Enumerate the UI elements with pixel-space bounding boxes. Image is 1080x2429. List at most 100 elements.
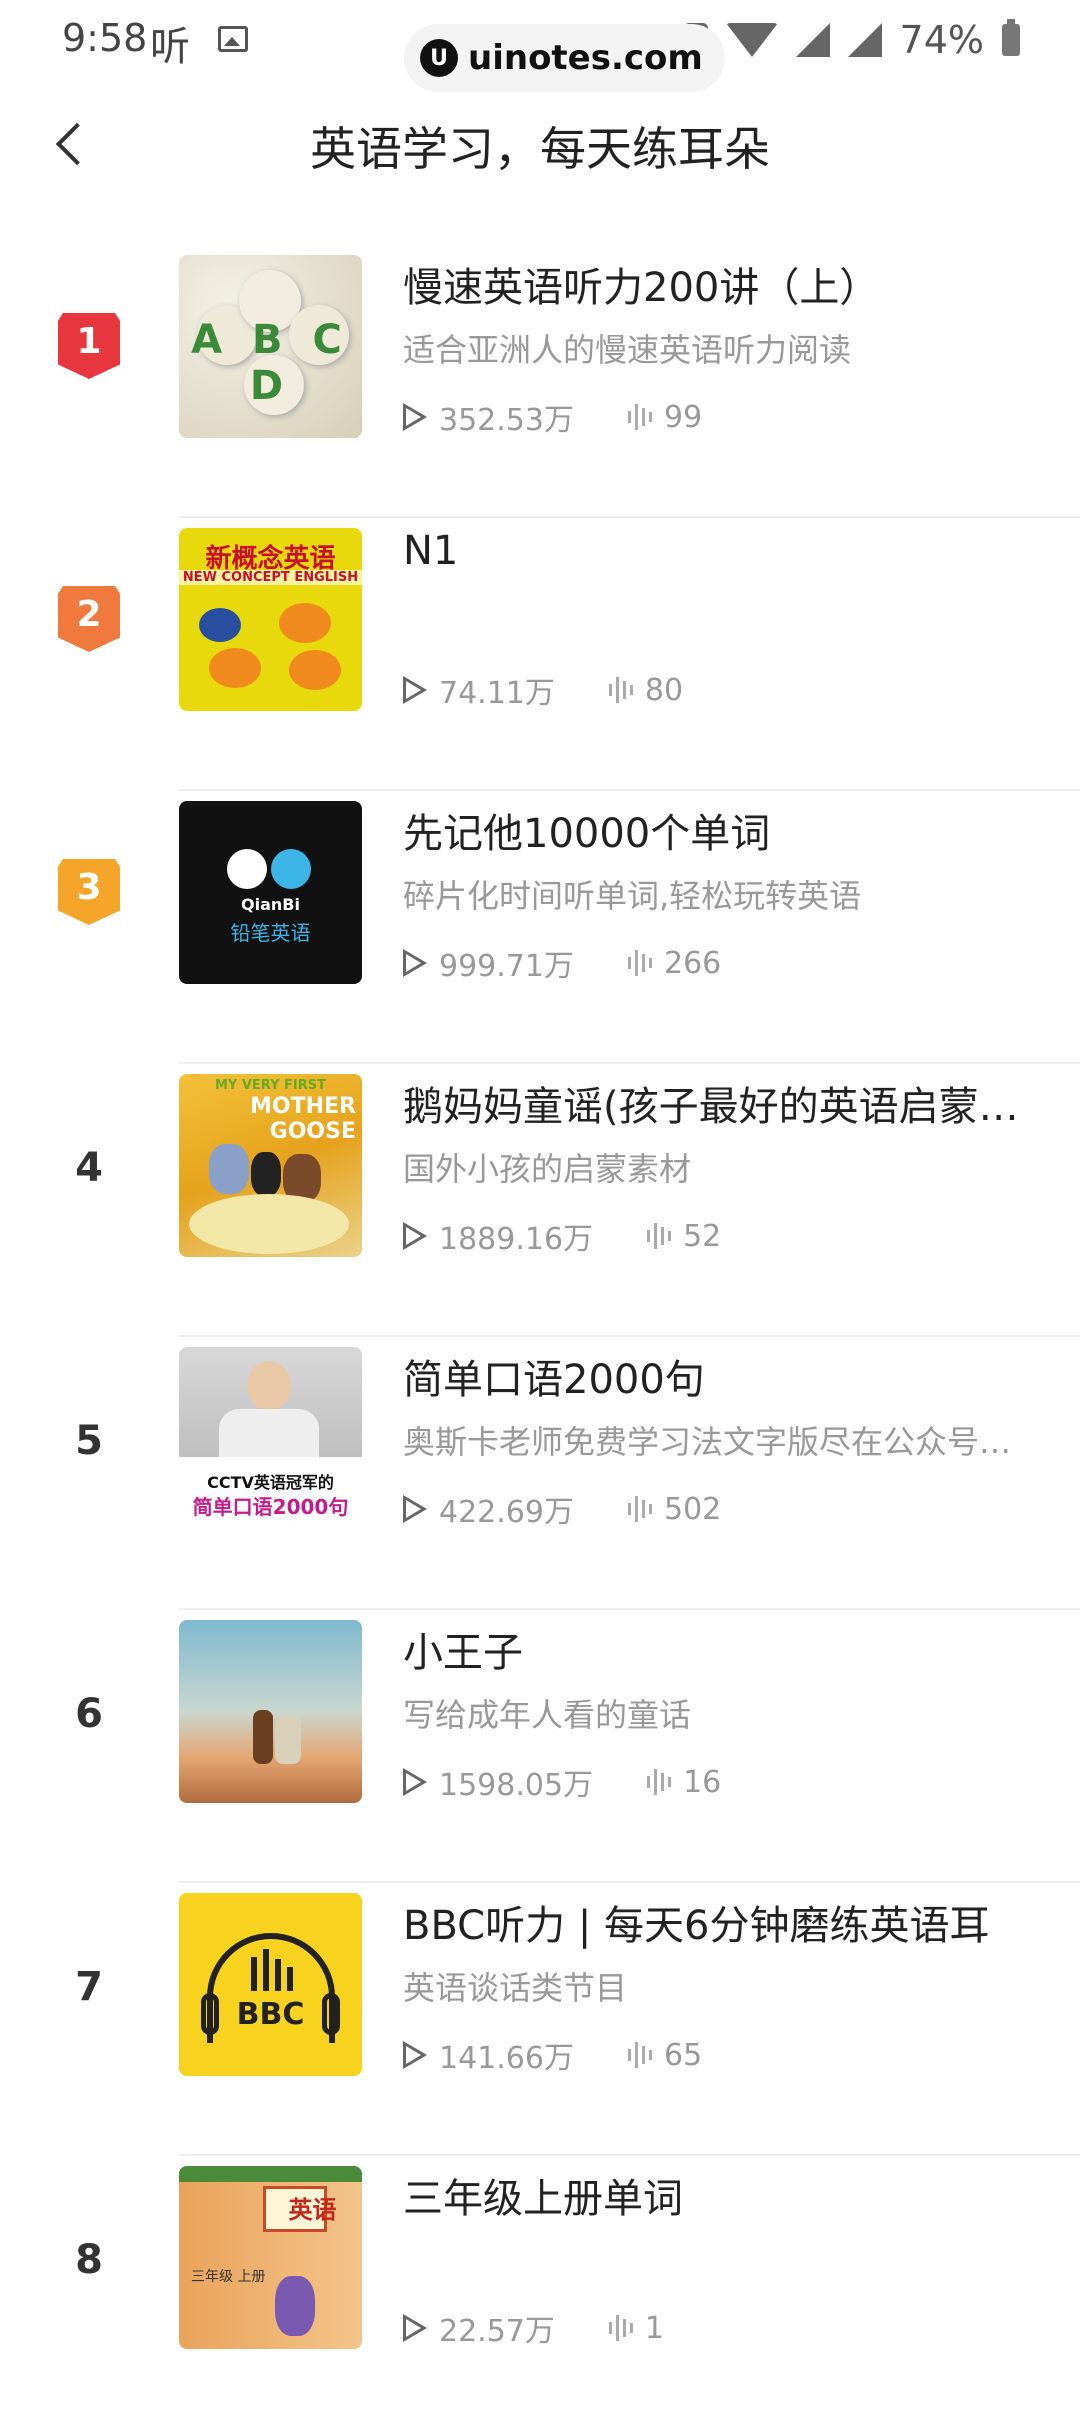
list-item[interactable]: 8 英语 三年级 上册 三年级上册单词 22.57万 1 [0, 2156, 1080, 2429]
track-count-icon [608, 2314, 633, 2342]
play-count: 422.69万 [439, 1495, 574, 1530]
watermark-text: uinotes.com [468, 38, 703, 78]
play-count-icon [403, 676, 427, 704]
track-count-icon [627, 403, 652, 431]
play-count: 1889.16万 [439, 1222, 594, 1257]
rank-number: 6 [58, 1680, 120, 1748]
list-item[interactable]: 3 QianBi 铅笔英语 先记他10000个单词 碎片化时间听单词,轻松玩转英… [0, 791, 1080, 1064]
rank-badge: 1 [58, 313, 120, 379]
cover-subtitle: CCTV英语冠军的 [207, 1473, 334, 1492]
ranking-list: 1 A B C D 慢速英语听力200讲（上） 适合亚洲人的慢速英语听力阅读 3… [0, 245, 1080, 2429]
play-count-icon [403, 2314, 427, 2342]
cover-title: 铅笔英语 [230, 921, 311, 945]
track-count: 80 [644, 672, 684, 708]
rank-badge: 2 [58, 586, 120, 652]
album-description: 碎片化时间听单词,轻松玩转英语 [403, 877, 862, 915]
list-item[interactable]: 7 BBC BBC听力 | 每天6分钟磨练英语耳 英语谈话类节目 141.66万… [0, 1883, 1080, 2156]
play-count-icon [403, 1222, 427, 1250]
list-item[interactable]: 4 MY VERY FIRST MOTHER GOOSE 鹅妈妈童谣(孩子最好的… [0, 1064, 1080, 1337]
album-stats: 1889.16万 52 [403, 1214, 721, 1258]
album-description: 写给成年人看的童话 [403, 1696, 692, 1734]
play-count-icon [403, 1768, 427, 1796]
album-title: N1 [403, 528, 459, 574]
album-title: 小王子 [403, 1630, 523, 1676]
uinotes-logo-icon: U [420, 39, 458, 77]
play-count: 74.11万 [439, 676, 555, 711]
signal-icon-2 [847, 23, 882, 57]
signal-icon [795, 23, 830, 57]
album-description: 适合亚洲人的慢速英语听力阅读 [403, 331, 852, 369]
list-item[interactable]: 2 新概念英语 NEW CONCEPT ENGLISH N1 74.11万 80 [0, 518, 1080, 791]
album-cover: QianBi 铅笔英语 [179, 801, 362, 984]
rank-number-text: 6 [75, 1691, 103, 1737]
album-title: 先记他10000个单词 [403, 811, 771, 857]
track-count: 52 [683, 1218, 722, 1254]
cover-subtitle: 三年级 上册 [191, 2269, 266, 2285]
album-cover: 英语 三年级 上册 [179, 2166, 362, 2349]
cover-title: A B C D [191, 317, 350, 409]
play-count: 352.53万 [439, 403, 574, 438]
play-count: 1598.05万 [439, 1768, 594, 1803]
rank-number-text: 5 [75, 1418, 103, 1464]
cover-title: 简单口语2000句 [192, 1495, 349, 1519]
album-title: BBC听力 | 每天6分钟磨练英语耳 [403, 1903, 990, 1949]
album-stats: 74.11万 80 [403, 668, 683, 712]
cover-title: MOTHER GOOSE [250, 1094, 356, 1144]
rank-number: 5 [58, 1407, 120, 1475]
album-stats: 422.69万 502 [403, 1487, 721, 1531]
rank-number-text: 7 [75, 1964, 103, 2010]
album-title: 三年级上册单词 [403, 2176, 683, 2222]
track-count-icon [627, 1495, 652, 1523]
album-cover: MY VERY FIRST MOTHER GOOSE [179, 1074, 362, 1257]
cover-subtitle: QianBi [241, 895, 300, 914]
album-title: 鹅妈妈童谣(孩子最好的英语启蒙… [403, 1084, 1019, 1130]
track-count: 266 [663, 945, 722, 981]
track-count-icon [627, 949, 652, 977]
cover-subtitle: NEW CONCEPT ENGLISH [179, 570, 362, 585]
rank-number-text: 4 [75, 1145, 103, 1191]
album-stats: 352.53万 99 [403, 395, 702, 439]
play-count: 22.57万 [439, 2314, 555, 2349]
status-right: 74% [683, 18, 1020, 62]
album-description: 英语谈话类节目 [403, 1969, 628, 2007]
rank-number-text: 8 [75, 2237, 103, 2283]
play-count-icon [403, 1495, 427, 1523]
album-cover [179, 1620, 362, 1803]
cover-title: BBC [236, 1997, 305, 2032]
battery-icon [1002, 19, 1020, 56]
album-title: 慢速英语听力200讲（上） [403, 265, 880, 311]
track-count: 1 [644, 2310, 664, 2346]
play-count: 141.66万 [439, 2041, 574, 2076]
album-stats: 22.57万 1 [403, 2306, 664, 2350]
play-count: 999.71万 [439, 949, 574, 984]
cover-title: 英语 [288, 2196, 337, 2224]
album-description: 奥斯卡老师免费学习法文字版尽在公众号… [403, 1423, 1012, 1461]
list-item[interactable]: 6 小王子 写给成年人看的童话 1598.05万 16 [0, 1610, 1080, 1883]
rank-number: 7 [58, 1953, 120, 2021]
track-count-icon [647, 1222, 672, 1250]
status-time: 9:58 [62, 16, 148, 60]
album-cover: CCTV英语冠军的 简单口语2000句 [179, 1347, 362, 1530]
play-count-icon [403, 949, 427, 977]
album-stats: 141.66万 65 [403, 2033, 702, 2077]
track-count: 16 [683, 1764, 722, 1800]
track-count: 99 [663, 399, 703, 435]
album-description: 国外小孩的启蒙素材 [403, 1150, 692, 1188]
track-count-icon [608, 676, 633, 704]
list-item[interactable]: 5 CCTV英语冠军的 简单口语2000句 简单口语2000句 奥斯卡老师免费学… [0, 1337, 1080, 1610]
album-cover: 新概念英语 NEW CONCEPT ENGLISH [179, 528, 362, 711]
track-count: 502 [663, 1491, 722, 1527]
album-stats: 999.71万 266 [403, 941, 721, 985]
rank-number: 8 [58, 2226, 120, 2294]
album-stats: 1598.05万 16 [403, 1760, 721, 1804]
page-title: 英语学习，每天练耳朵 [310, 122, 770, 176]
wifi-icon [725, 23, 778, 57]
battery-percent: 74% [899, 18, 984, 62]
watermark-badge: U uinotes.com [404, 24, 725, 92]
play-count-icon [403, 2041, 427, 2069]
album-cover: A B C D [179, 255, 362, 438]
photo-notification-icon [218, 26, 248, 52]
list-item[interactable]: 1 A B C D 慢速英语听力200讲（上） 适合亚洲人的慢速英语听力阅读 3… [0, 245, 1080, 518]
album-title: 简单口语2000句 [403, 1357, 705, 1403]
rank-number: 4 [58, 1134, 120, 1202]
